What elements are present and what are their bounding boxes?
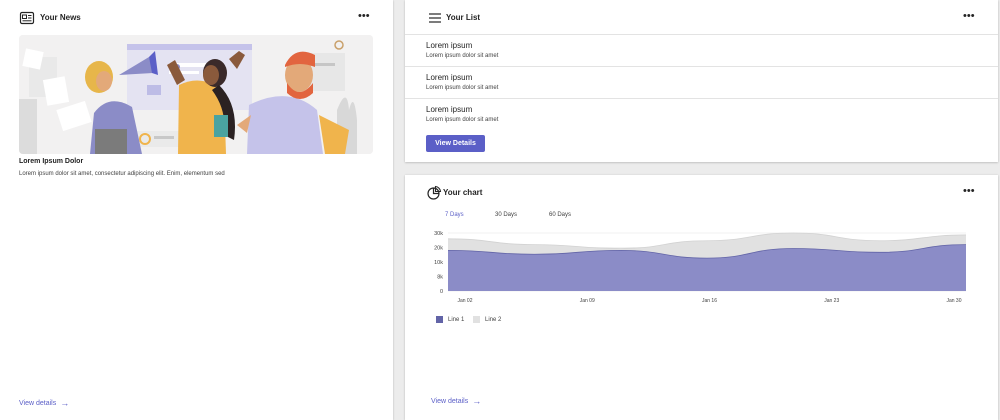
- list-card: Your List ••• Lorem ipsum Lorem ipsum do…: [405, 0, 998, 162]
- chart-title: Your chart: [443, 188, 483, 197]
- legend-swatch-line-1: [436, 316, 443, 323]
- tab-30-days[interactable]: 30 Days: [495, 212, 517, 218]
- view-details-button[interactable]: View Details: [426, 135, 485, 152]
- news-card: Your News ••• Lorem Ipsum Dolor Lorem ip…: [0, 0, 393, 420]
- tab-60-days[interactable]: 60 Days: [549, 212, 571, 218]
- chart-header: Your chart •••: [405, 175, 998, 209]
- arrow-right-icon: →: [60, 398, 70, 408]
- chart-view-details-link[interactable]: View details →: [431, 396, 481, 406]
- news-view-details-label: View details: [19, 399, 57, 407]
- y-tick-label: 0: [440, 289, 443, 295]
- news-view-details-link[interactable]: View details →: [19, 398, 69, 408]
- legend-swatch-line-2: [473, 316, 480, 323]
- chart-more-options-icon[interactable]: •••: [963, 186, 975, 197]
- menu-icon: [427, 10, 443, 26]
- news-title: Your News: [40, 13, 81, 22]
- chart-view-details-label: View details: [431, 397, 469, 405]
- y-tick-label: 10k: [434, 260, 443, 266]
- y-tick-label: 20k: [434, 246, 443, 252]
- news-header: Your News •••: [0, 0, 393, 34]
- legend-label-line-2: Line 2: [485, 316, 502, 323]
- x-tick-label: Jan 09: [580, 298, 595, 304]
- chart-card: Your chart ••• 7 Days 30 Days 60 Days 30…: [405, 175, 998, 420]
- news-more-options-icon[interactable]: •••: [358, 11, 370, 22]
- x-tick-label: Jan 02: [457, 298, 472, 304]
- arrow-right-icon: →: [472, 396, 482, 406]
- area-chart: 30k 20k 10k 8k 0 Jan 02 Jan 09 Jan 16 Jan 23 Jan …: [434, 231, 967, 304]
- news-headline[interactable]: Lorem Ipsum Dolor: [19, 158, 83, 165]
- list-item-title: Lorem ipsum: [426, 105, 473, 114]
- list-more-options-icon[interactable]: •••: [963, 11, 975, 22]
- list-item[interactable]: Lorem ipsum Lorem ipsum dolor sit amet: [405, 66, 998, 99]
- list-item-subtitle: Lorem ipsum dolor sit amet: [426, 53, 499, 59]
- list-title: Your List: [446, 13, 481, 22]
- legend-line-1[interactable]: Line 1: [436, 316, 464, 323]
- list-item-title: Lorem ipsum: [426, 73, 473, 82]
- tab-7-days[interactable]: 7 Days: [445, 212, 464, 218]
- x-tick-label: Jan 30: [946, 298, 961, 304]
- legend-line-2[interactable]: Line 2: [473, 316, 501, 323]
- list-header: Your List •••: [405, 0, 998, 34]
- news-icon: [19, 10, 35, 26]
- x-tick-label: Jan 23: [824, 298, 839, 304]
- legend-label-line-1: Line 1: [448, 316, 465, 323]
- list-item[interactable]: Lorem ipsum Lorem ipsum dolor sit amet: [405, 98, 998, 131]
- y-tick-label: 8k: [437, 275, 443, 281]
- list-item-subtitle: Lorem ipsum dolor sit amet: [426, 85, 499, 91]
- list-item[interactable]: Lorem ipsum Lorem ipsum dolor sit amet: [405, 34, 998, 67]
- y-tick-label: 30k: [434, 231, 443, 237]
- list-item-title: Lorem ipsum: [426, 41, 473, 50]
- x-tick-label: Jan 16: [702, 298, 717, 304]
- news-summary: Lorem ipsum dolor sit amet, consectetur …: [19, 171, 225, 177]
- news-hero-illustration: [19, 35, 373, 154]
- pie-chart-icon: [426, 185, 442, 201]
- list-item-subtitle: Lorem ipsum dolor sit amet: [426, 117, 499, 123]
